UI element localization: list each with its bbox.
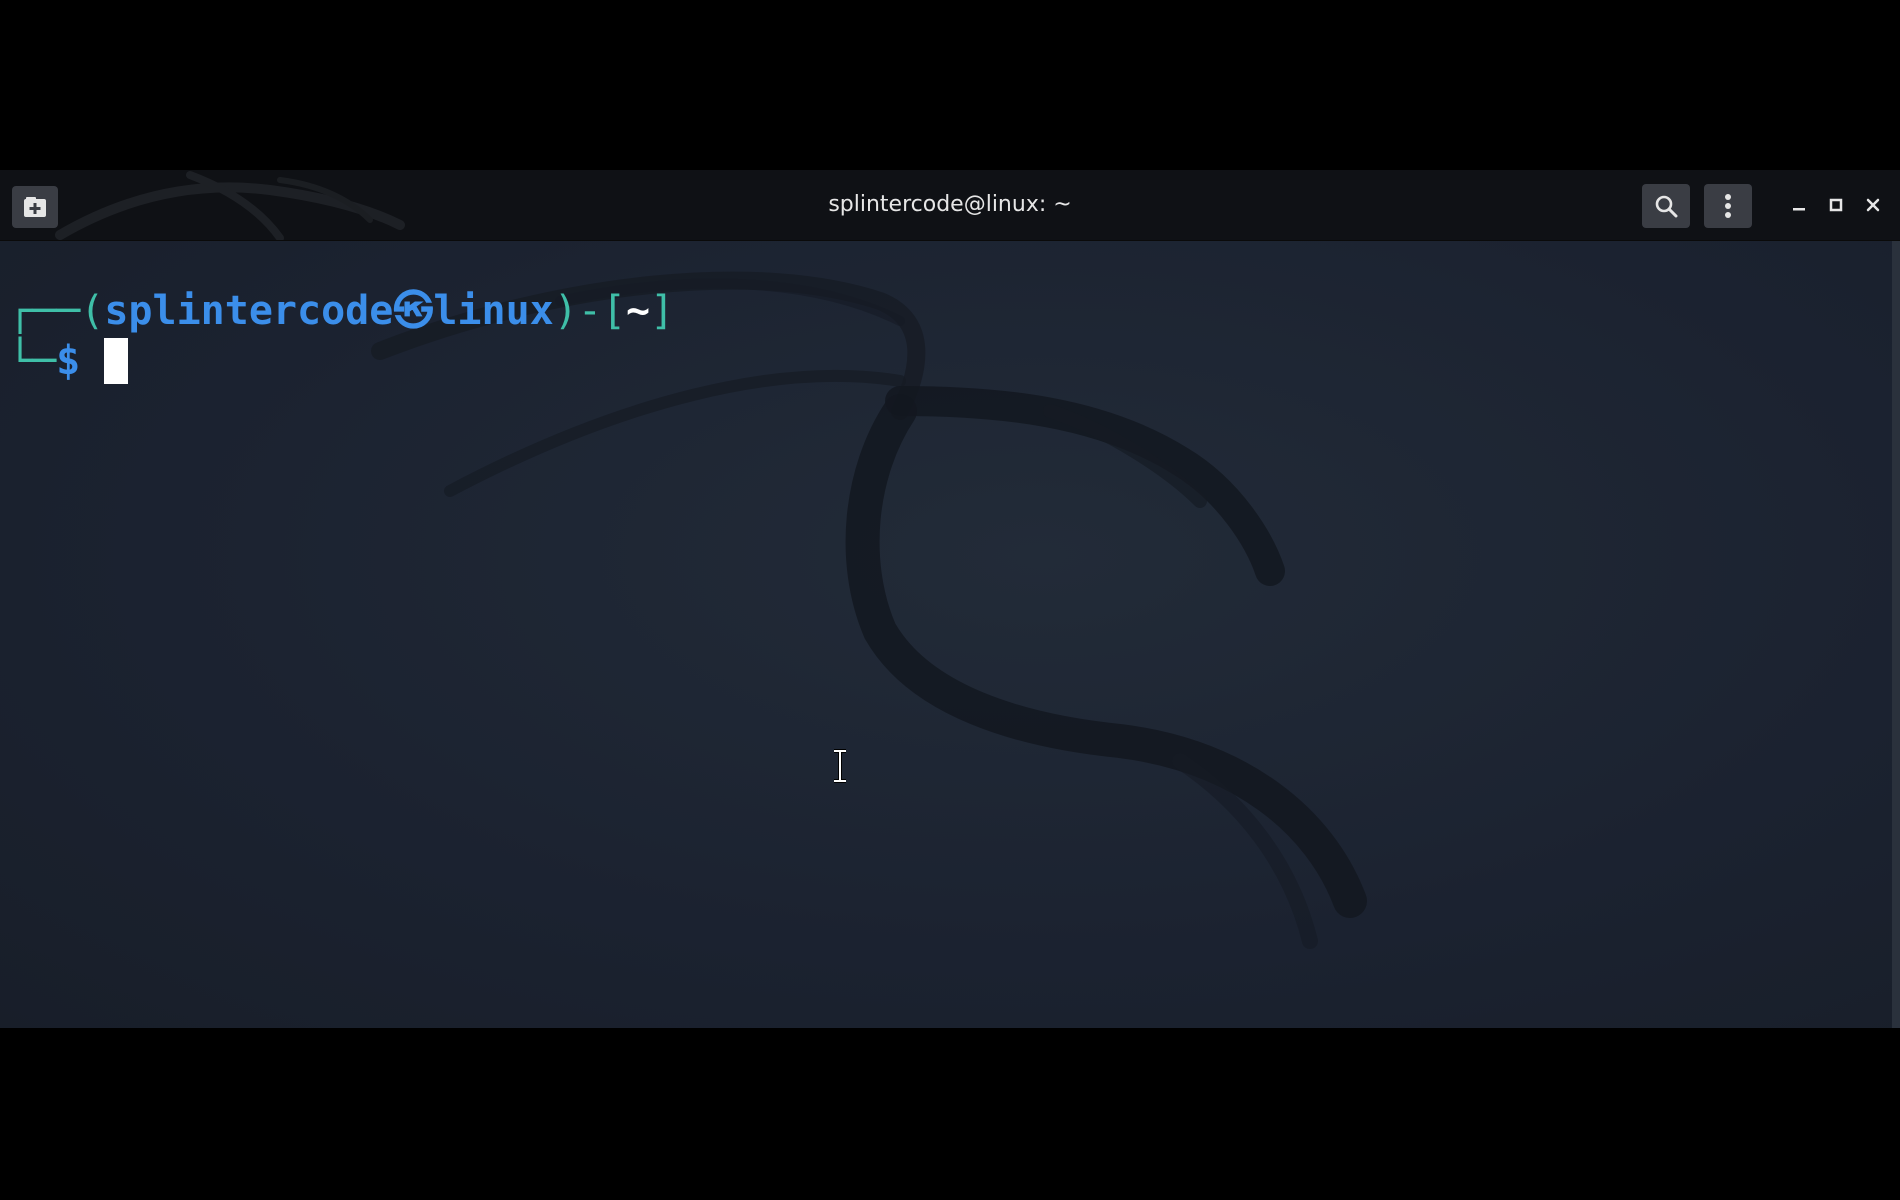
scrollbar[interactable] <box>1892 241 1900 1028</box>
prompt-line-1: ┌──(splintercode㉿linux)-[~] <box>8 286 674 336</box>
prompt-user: splintercode <box>104 288 394 334</box>
prompt-separator-symbol: ㉿ <box>393 288 434 334</box>
maximize-icon <box>1829 198 1843 212</box>
close-icon <box>1866 198 1880 212</box>
mouse-ibeam-cursor-icon <box>834 749 846 783</box>
terminal-window: splintercode@linux: ~ ┌──(splintercode㉿l… <box>0 170 1900 1028</box>
screen: splintercode@linux: ~ ┌──(splintercode㉿l… <box>0 0 1900 1200</box>
prompt-line-2: └─$ <box>8 336 129 386</box>
menu-button[interactable] <box>1704 184 1752 228</box>
kali-dragon-watermark <box>371 271 1367 949</box>
prompt-close-paren: ) <box>553 288 578 334</box>
titlebar[interactable]: splintercode@linux: ~ <box>0 170 1900 241</box>
prompt-cwd: ~ <box>626 288 651 334</box>
text-cursor <box>104 338 129 384</box>
maximize-button[interactable] <box>1821 190 1851 220</box>
search-button[interactable] <box>1642 184 1690 228</box>
prompt-corner-bottom: └─ <box>8 338 57 384</box>
close-button[interactable] <box>1858 190 1888 220</box>
prompt-open-bracket: [ <box>601 288 627 334</box>
prompt-open-paren: ( <box>80 288 105 334</box>
prompt-host: linux <box>433 288 554 334</box>
new-tab-icon <box>24 197 46 217</box>
search-icon <box>1655 195 1678 218</box>
prompt-dollar: $ <box>56 338 81 384</box>
kali-dragon-watermark-titlebar <box>55 171 405 240</box>
kebab-menu-icon <box>1725 194 1731 218</box>
minimize-icon <box>1793 208 1805 211</box>
prompt-corner-top: ┌── <box>8 288 81 334</box>
minimize-button[interactable] <box>1784 190 1814 220</box>
prompt-close-bracket: ] <box>650 288 675 334</box>
prompt-dash: - <box>577 288 602 334</box>
terminal-area[interactable]: ┌──(splintercode㉿linux)-[~] └─$ <box>0 241 1892 1028</box>
new-tab-button[interactable] <box>12 186 58 228</box>
